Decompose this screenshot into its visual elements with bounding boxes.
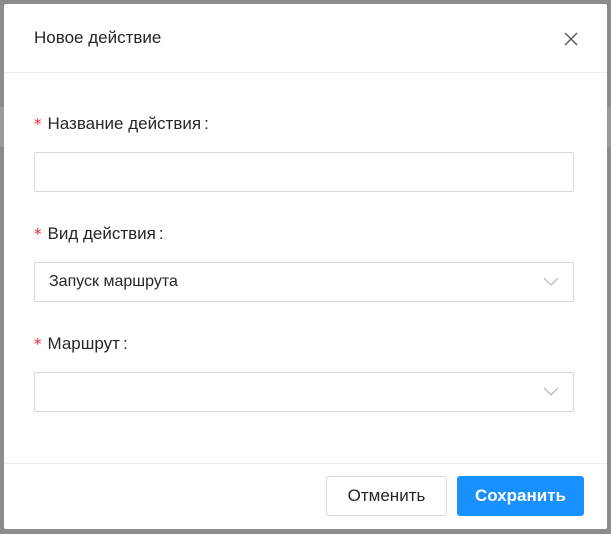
route-label-text: Маршрут xyxy=(47,334,120,353)
background-page-strip xyxy=(607,107,611,147)
action-type-select[interactable]: Запуск маршрута xyxy=(34,262,574,302)
modal-title: Новое действие xyxy=(34,28,162,47)
modal-body: * Название действия : * Вид действия : З… xyxy=(4,73,607,462)
cancel-button[interactable]: Отменить xyxy=(326,476,447,516)
action-type-label-text: Вид действия xyxy=(47,224,156,243)
form-item-route: * Маршрут : xyxy=(34,333,574,412)
action-type-selected-value: Запуск маршрута xyxy=(49,273,178,290)
required-mark: * xyxy=(34,225,42,243)
action-type-label: * Вид действия : xyxy=(34,223,574,245)
modal-header: Новое действие xyxy=(4,4,607,73)
route-label: * Маршрут : xyxy=(34,333,574,355)
close-button[interactable] xyxy=(561,29,581,49)
new-action-modal: Новое действие * Название действия : * В… xyxy=(4,4,607,529)
modal-footer: Отменить Сохранить xyxy=(4,463,607,529)
label-colon: : xyxy=(204,114,209,133)
chevron-down-icon xyxy=(543,387,559,396)
close-icon xyxy=(564,32,578,46)
chevron-down-icon xyxy=(543,277,559,286)
form-item-action-name: * Название действия : xyxy=(34,113,574,192)
form-item-action-type: * Вид действия : Запуск маршрута xyxy=(34,223,574,302)
action-name-control xyxy=(34,152,574,192)
label-colon: : xyxy=(122,334,128,353)
label-colon: : xyxy=(158,224,164,243)
save-button[interactable]: Сохранить xyxy=(457,476,584,516)
action-name-label-text: Название действия xyxy=(47,114,202,133)
route-select[interactable] xyxy=(34,372,574,412)
required-mark: * xyxy=(34,335,42,353)
action-name-label: * Название действия : xyxy=(34,113,574,135)
action-name-input[interactable] xyxy=(35,153,573,191)
required-mark: * xyxy=(34,115,42,133)
